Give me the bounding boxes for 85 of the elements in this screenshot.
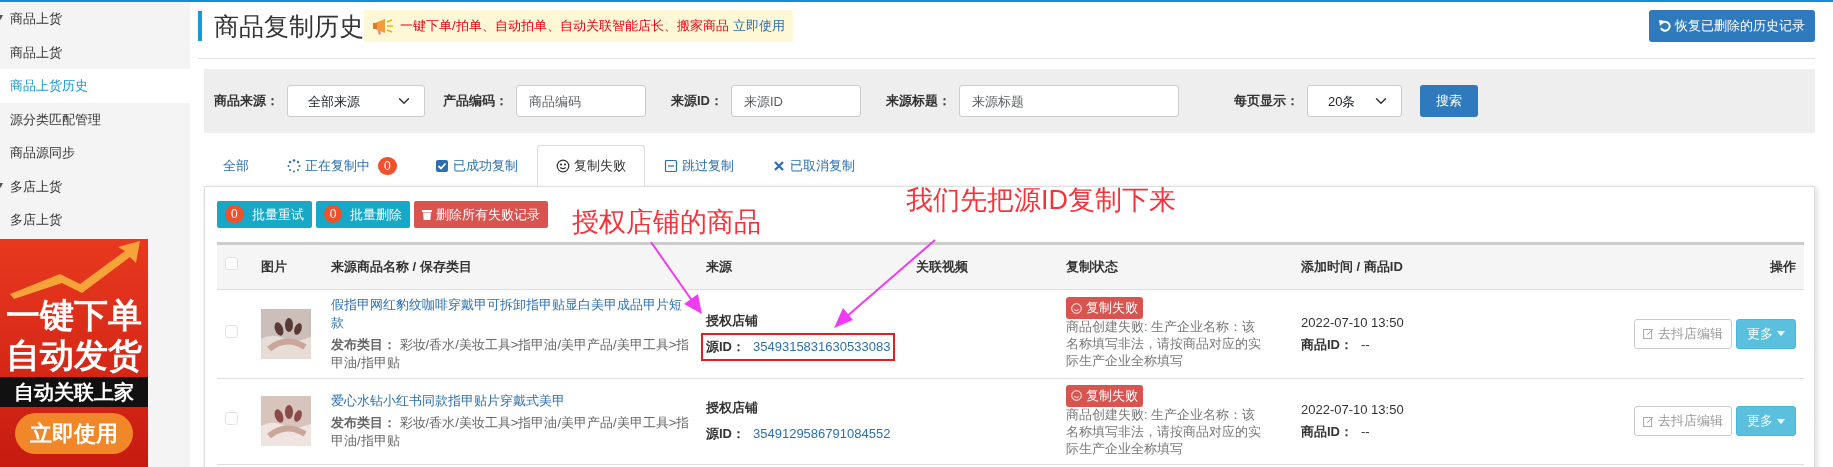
filter-label: 来源ID：	[671, 92, 723, 111]
sidebar-item[interactable]: 源分类匹配管理	[0, 102, 190, 136]
caret-icon	[1777, 418, 1785, 424]
column-header: 添加时间 / 商品ID	[1301, 259, 1403, 274]
sidebar-group[interactable]: 多店上货	[0, 169, 190, 203]
sidebar-item[interactable]: 商品源同步	[0, 136, 190, 170]
filter-label: 每页显示：	[1234, 92, 1299, 111]
sidebar-item[interactable]: 商品上货	[0, 35, 190, 69]
tab[interactable]: 正在复制中 0	[268, 145, 416, 186]
tab[interactable]: 全部	[204, 145, 268, 186]
tab[interactable]: 复制失败	[536, 145, 645, 186]
checkbox[interactable]	[225, 412, 238, 425]
undo-icon	[1659, 20, 1671, 32]
product-title-link[interactable]: 爱心水钻小红书同款指甲贴片穿戴式美甲	[331, 392, 690, 410]
sidebar-item[interactable]: 多店上货	[0, 203, 190, 237]
input-field[interactable]: 商品编码	[516, 85, 646, 117]
status-badge: 复制失败	[1066, 297, 1143, 319]
added-time: 2022-07-10 13:50	[1301, 313, 1405, 332]
filter-label: 来源标题：	[886, 92, 951, 111]
product-id-label: 商品ID：	[1301, 424, 1353, 439]
caret-icon	[0, 182, 3, 188]
close-icon	[771, 158, 786, 173]
caret-icon	[1777, 331, 1785, 336]
edit-icon	[1643, 328, 1654, 339]
product-id: --	[1361, 424, 1370, 439]
category-text: 发布类目： 彩妆/香水/美妆工具>指甲油/美甲产品/美甲工具>指甲油/指甲贴	[331, 414, 690, 450]
tab[interactable]: 已成功复制	[415, 145, 537, 186]
annotation-text: 我们先把源ID复制下来	[906, 187, 1176, 214]
edit-button[interactable]: 去抖店编辑	[1634, 406, 1732, 436]
source-id-label: 源ID：	[706, 337, 745, 356]
minus-icon	[663, 158, 678, 173]
tab[interactable]: 已取消复制	[752, 145, 874, 186]
added-time: 2022-07-10 13:50	[1301, 401, 1405, 419]
checkbox[interactable]	[225, 257, 238, 270]
source-name: 授权店铺	[706, 399, 759, 417]
toolbar-button[interactable]: 删除所有失败记录	[414, 200, 549, 228]
product-id: --	[1361, 336, 1370, 352]
spinner-icon	[287, 158, 301, 173]
select-field[interactable]: 全部来源	[287, 85, 425, 117]
edit-button[interactable]: 去抖店编辑	[1634, 318, 1732, 349]
promo-text: 一键下单/拍单、自动拍单、自动关联智能店长、搬家商品	[400, 17, 729, 36]
tab[interactable]: 跳过复制	[644, 145, 753, 186]
sidebar-group[interactable]: 商品上货	[0, 2, 190, 36]
column-header: 关联视频	[916, 259, 968, 274]
input-field[interactable]: 来源标题	[959, 85, 1179, 117]
source-name: 授权店铺	[706, 311, 759, 330]
count-badge: 0	[323, 205, 343, 224]
column-header: 复制状态	[1066, 259, 1118, 274]
status-message: 商品创建失败: 生产企业名称：该名称填写非法，请按商品对应的实际生产企业全称填写	[1066, 406, 1262, 458]
column-header: 操作	[1770, 259, 1796, 274]
smile-icon	[555, 158, 570, 173]
toolbar-button[interactable]: 0 批量重试	[217, 200, 312, 228]
promo-link[interactable]: 立即使用	[732, 16, 785, 36]
filter-label: 商品来源：	[214, 92, 279, 111]
source-id-link[interactable]: 3549315831630533083	[753, 337, 891, 356]
smile-icon	[1071, 390, 1082, 401]
ad-banner[interactable]: 一键下单 自动发货 自动关联上家 立即使用	[0, 238, 148, 467]
checkbox[interactable]	[225, 324, 238, 338]
select-field[interactable]: 20条	[1307, 85, 1402, 117]
source-id-label: 源ID：	[706, 425, 745, 443]
restore-button[interactable]: 恢复已删除的历史记录	[1649, 10, 1815, 42]
checkbox-icon	[434, 158, 449, 173]
filter-label: 产品编码：	[443, 92, 508, 111]
status-badge: 复制失败	[1066, 384, 1143, 407]
column-header: 来源商品名称 / 保存类目	[331, 259, 472, 274]
count-badge: 0	[225, 205, 244, 224]
column-header: 图片	[261, 259, 287, 274]
category-text: 发布类目： 彩妆/香水/美妆工具>指甲油/美甲产品/美甲工具>指甲油/指甲贴	[331, 335, 690, 372]
annotation-text: 授权店铺的商品	[572, 209, 761, 236]
search-button[interactable]: 搜索	[1420, 85, 1478, 117]
sidebar-item[interactable]: 商品上货历史	[0, 69, 190, 103]
product-title-link[interactable]: 假指甲网红豹纹咖啡穿戴甲可拆卸指甲贴显白美甲成品甲片短款	[331, 295, 690, 332]
ad-headline: 一键下单	[5, 294, 143, 335]
input-field[interactable]: 来源ID	[731, 85, 861, 117]
smile-icon	[1071, 302, 1082, 314]
count-badge: 0	[378, 156, 397, 175]
trash-icon	[422, 208, 433, 220]
ad-headline: 自动发货	[5, 334, 143, 375]
edit-icon	[1643, 415, 1654, 427]
source-id-link[interactable]: 3549129586791084552	[753, 425, 891, 443]
column-header: 来源	[706, 259, 732, 274]
status-message: 商品创建失败: 生产企业名称：该名称填写非法，请按商品对应的实际生产企业全称填写	[1066, 319, 1262, 370]
ad-tagline: 自动关联上家	[0, 376, 148, 407]
product-id-label: 商品ID：	[1301, 336, 1353, 352]
toolbar-button[interactable]: 0 批量删除	[315, 200, 411, 228]
